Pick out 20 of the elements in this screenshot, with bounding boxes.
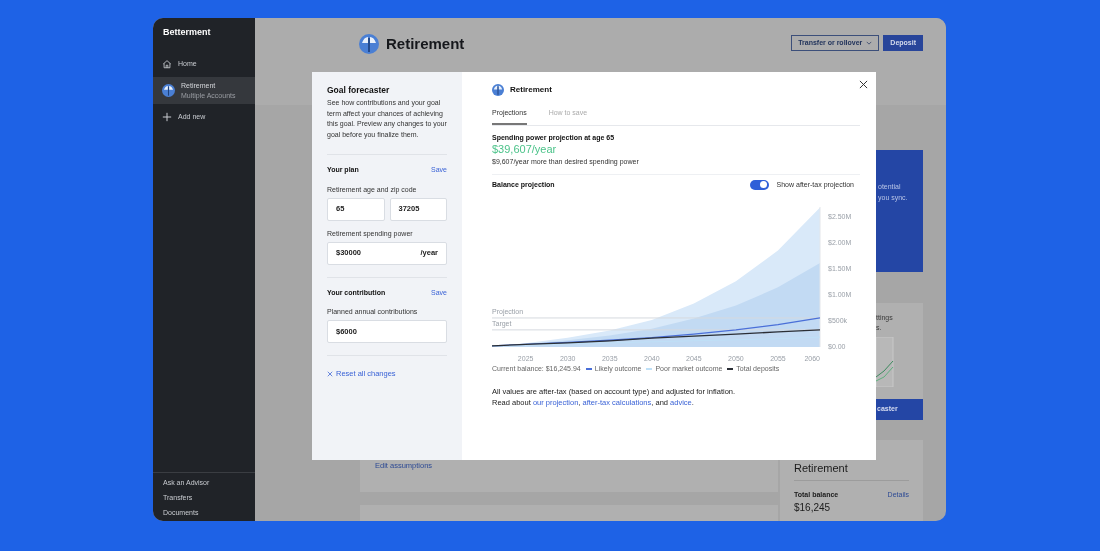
line-chart-drawing <box>876 337 894 387</box>
toggle-switch[interactable] <box>749 179 769 190</box>
legend-swatch <box>727 368 734 371</box>
summary-title: Retirement <box>794 462 909 481</box>
legend-swatch <box>646 368 653 371</box>
close-icon[interactable] <box>859 80 868 89</box>
goal-logo-icon <box>162 84 175 97</box>
brand-name: Betterment <box>162 26 212 39</box>
close-icon <box>327 370 333 377</box>
home-icon <box>162 59 172 69</box>
chevron-down-icon <box>866 41 873 45</box>
projection-value: $39,607/year <box>492 142 558 156</box>
panel-title: Goal forecaster <box>327 85 391 96</box>
page-title: Retirement <box>386 34 465 54</box>
total-balance-value: $16,245 <box>794 501 832 513</box>
legend-swatch <box>585 368 592 371</box>
plus-icon <box>162 112 172 122</box>
goal-logo-icon <box>359 34 379 55</box>
goal-logo-icon <box>492 84 504 96</box>
goal-title: Retirement <box>510 84 552 96</box>
